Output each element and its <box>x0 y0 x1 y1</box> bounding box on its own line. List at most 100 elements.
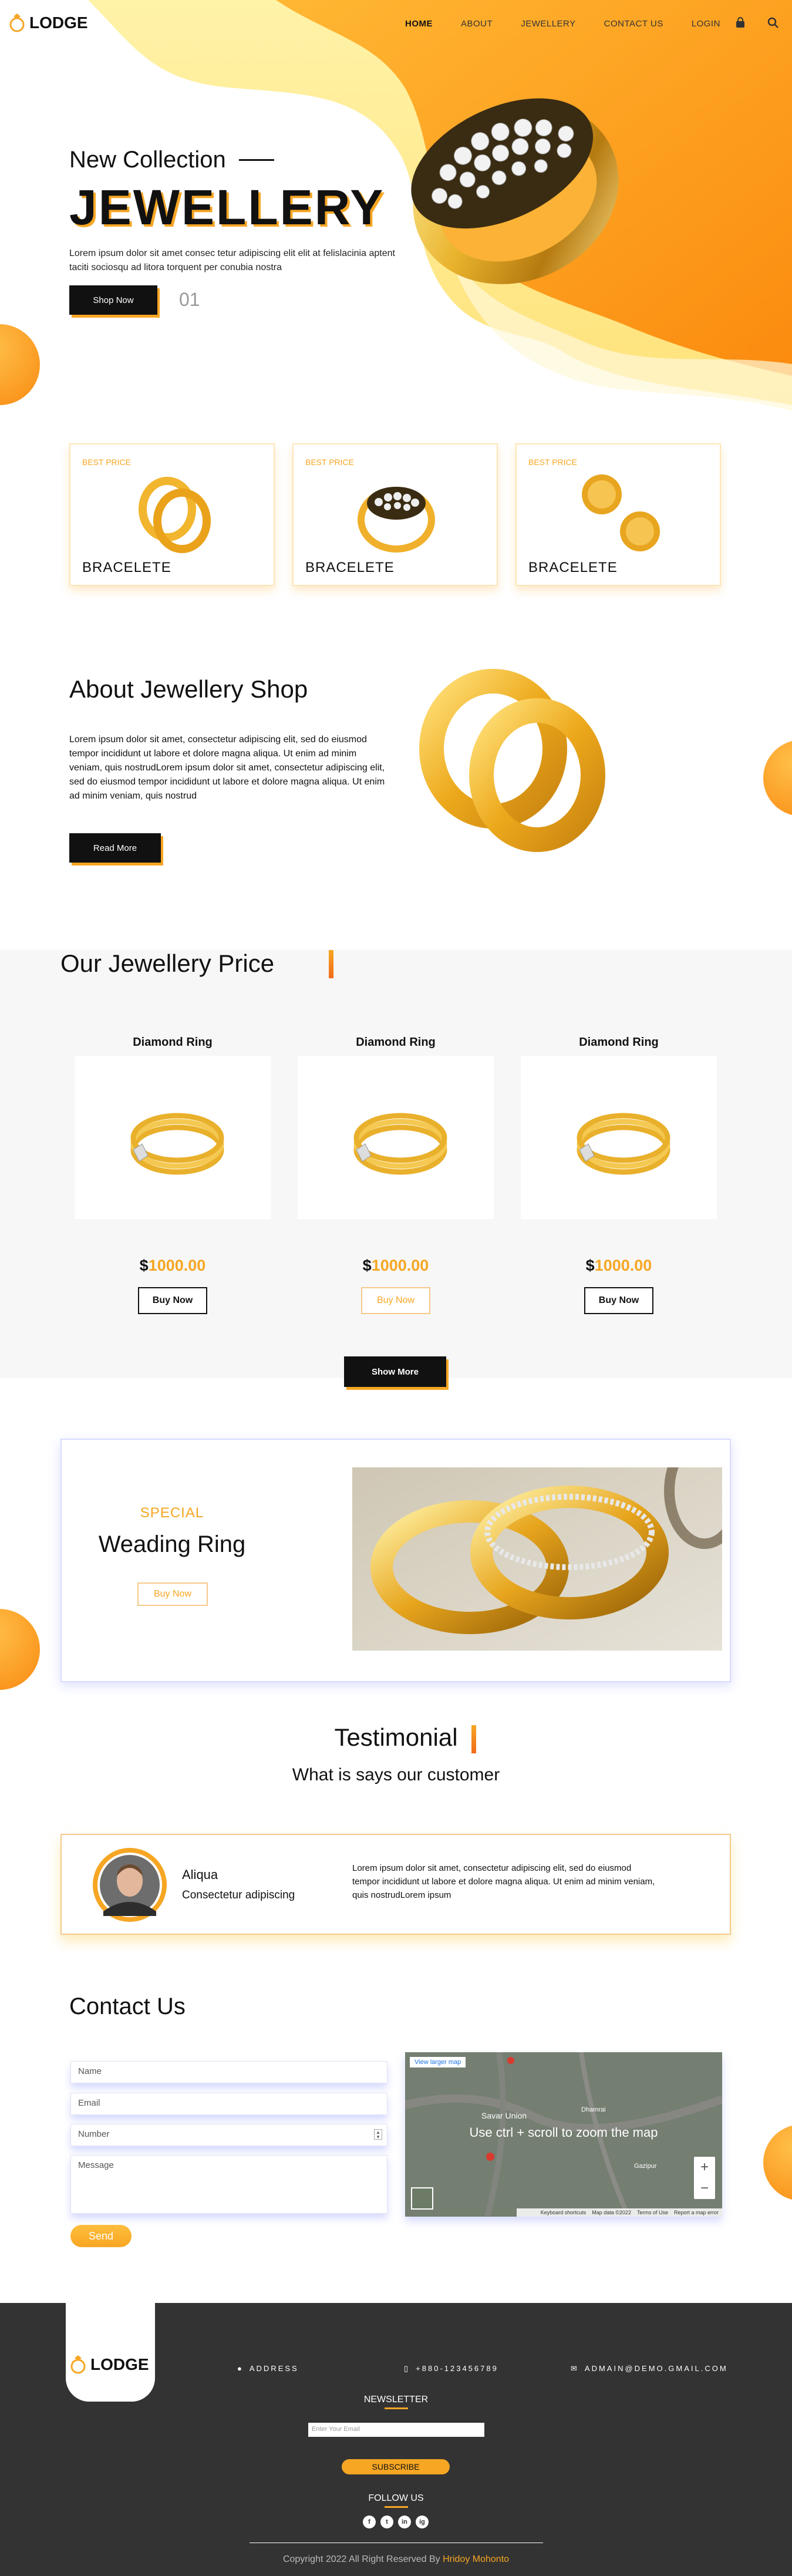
search-icon[interactable] <box>767 16 780 29</box>
customer-role: Consectetur adipiscing <box>182 1889 295 1901</box>
main-nav: HOME ABOUT JEWELLERY CONTACT US LOGIN <box>405 19 749 29</box>
buy-now-button[interactable]: Buy Now <box>138 1287 207 1314</box>
linkedin-icon[interactable]: in <box>398 2516 411 2528</box>
nav-home[interactable]: HOME <box>405 19 433 29</box>
title-accent-bar <box>329 950 333 978</box>
follow-underline <box>385 2506 408 2508</box>
newsletter-email-input[interactable]: Enter Your Email <box>308 2423 484 2437</box>
phone-icon: ▯ <box>404 2364 410 2373</box>
newsletter-title: NEWSLETTER <box>363 2395 429 2405</box>
testimonial-subtitle: What is says our customer <box>292 1765 500 1784</box>
best-price-badge: BEST PRICE <box>82 457 131 467</box>
hero-ring-image <box>411 98 619 284</box>
map-label: Savar Union <box>481 2111 527 2120</box>
wedding-rings-image <box>352 1467 722 1651</box>
map-data-text: Map data ©2022 <box>592 2210 631 2215</box>
email-field[interactable]: Email <box>70 2093 387 2115</box>
product-price: $1000.00 <box>298 1257 494 1275</box>
gold-bangles-image <box>419 669 605 852</box>
newsletter-underline <box>385 2407 408 2409</box>
map-layer-toggle[interactable] <box>411 2187 433 2210</box>
hero-subtitle-text: New Collection <box>69 147 226 173</box>
product-image[interactable] <box>75 1056 271 1219</box>
zoom-in-icon[interactable]: + <box>694 2157 715 2178</box>
follow-title: FOLLOW US <box>368 2493 424 2503</box>
number-field[interactable]: Number ▴ ▾ <box>70 2124 387 2146</box>
footer-brand[interactable]: LODGE <box>69 2355 149 2375</box>
subscribe-button[interactable]: SUBSCRIBE <box>342 2459 450 2474</box>
price-value: 1000.00 <box>148 1257 206 1274</box>
envelope-icon: ✉ <box>571 2364 579 2373</box>
customer-name: Aliqua <box>182 1867 218 1882</box>
about-text: Lorem ipsum dolor sit amet, consectetur … <box>69 735 385 801</box>
keyboard-shortcuts-link[interactable]: Keyboard shortcuts <box>541 2208 587 2217</box>
message-field[interactable]: Message <box>70 2155 387 2214</box>
send-button[interactable]: Send <box>70 2225 132 2247</box>
location-pin-icon: ● <box>237 2364 244 2373</box>
footer-address: ● ADDRESS <box>237 2364 299 2373</box>
view-larger-map-link[interactable]: View larger map <box>410 2057 466 2067</box>
map-zoom-hint: Use ctrl + scroll to zoom the map <box>469 2125 658 2140</box>
category-card[interactable]: BEST PRICE BRACELETE <box>292 443 498 586</box>
instagram-icon[interactable]: ig <box>416 2516 429 2528</box>
hero-subtitle: New Collection <box>69 147 274 173</box>
product-price: $1000.00 <box>521 1257 717 1275</box>
copyright-text: Copyright 2022 All Right Reserved By <box>282 2554 440 2564</box>
title-accent-bar <box>471 1725 476 1753</box>
ring-logo-icon <box>70 2355 86 2374</box>
category-card[interactable]: BEST PRICE BRACELETE <box>515 443 721 586</box>
testimonial-title: Testimonial <box>334 1723 458 1751</box>
diamond-ring-image <box>358 487 435 553</box>
about-title: About Jewellery Shop <box>69 675 308 703</box>
diamond-ring-image <box>353 1113 447 1175</box>
currency: $ <box>362 1257 372 1274</box>
product-image[interactable] <box>298 1056 494 1219</box>
special-buy-button[interactable]: Buy Now <box>137 1582 208 1606</box>
diamond-ring-image <box>577 1113 670 1175</box>
price-value: 1000.00 <box>371 1257 429 1274</box>
nav-login[interactable]: LOGIN <box>692 19 720 29</box>
name-field[interactable]: Name <box>70 2061 387 2083</box>
terms-link[interactable]: Terms of Use <box>637 2208 668 2217</box>
nav-jewellery[interactable]: JEWELLERY <box>521 19 575 29</box>
map-embed[interactable]: View larger map Savar Union Dhamrai Gazi… <box>405 2052 722 2217</box>
shop-now-button[interactable]: Shop Now <box>69 285 157 315</box>
price-section-title: Our Jewellery Price <box>60 949 275 977</box>
customer-avatar <box>93 1848 167 1922</box>
copyright: Copyright 2022 All Right Reserved By Hri… <box>0 2554 792 2565</box>
zoom-out-icon[interactable]: − <box>694 2178 715 2199</box>
category-name: BRACELETE <box>528 560 618 575</box>
read-more-button[interactable]: Read More <box>69 833 161 863</box>
hero-text: Lorem ipsum dolor sit amet consec tetur … <box>69 248 395 272</box>
category-name: BRACELETE <box>82 560 171 575</box>
nav-contact[interactable]: CONTACT US <box>604 19 663 29</box>
category-card[interactable]: BEST PRICE BRACELETE <box>69 443 275 586</box>
twitter-icon[interactable]: t <box>380 2516 393 2528</box>
category-name: BRACELETE <box>305 560 395 575</box>
brand-logo[interactable]: LODGE <box>8 13 88 33</box>
product-image[interactable] <box>521 1056 717 1219</box>
gold-rings-image <box>139 477 211 553</box>
report-error-link[interactable]: Report a map error <box>674 2208 719 2217</box>
footer-brand-name: LODGE <box>90 2355 149 2373</box>
footer-email-text[interactable]: ADMAIN@DEMO.GMAIL.COM <box>585 2364 728 2373</box>
number-stepper-icon[interactable]: ▴ ▾ <box>374 2129 382 2140</box>
show-more-button[interactable]: Show More <box>344 1356 446 1387</box>
buy-now-button[interactable]: Buy Now <box>584 1287 653 1314</box>
footer-phone-text: +880-123456789 <box>416 2364 498 2373</box>
special-title: Weading Ring <box>98 1531 246 1557</box>
currency: $ <box>139 1257 149 1274</box>
product-name: Diamond Ring <box>579 1036 659 1049</box>
product-name: Diamond Ring <box>133 1036 213 1049</box>
footer-logo-badge <box>66 2290 155 2402</box>
map-label: Gazipur <box>634 2163 657 2170</box>
facebook-icon[interactable]: f <box>363 2516 376 2528</box>
product-price: $1000.00 <box>75 1257 271 1275</box>
decor-circle-right-2 <box>763 2124 792 2201</box>
author-link[interactable]: Hridoy Mohonto <box>443 2554 509 2564</box>
slide-number: 01 <box>179 289 200 310</box>
bag-icon[interactable] <box>734 16 747 29</box>
nav-about[interactable]: ABOUT <box>461 19 493 29</box>
decor-circle-left-2 <box>0 1609 40 1690</box>
buy-now-button[interactable]: Buy Now <box>361 1287 430 1314</box>
